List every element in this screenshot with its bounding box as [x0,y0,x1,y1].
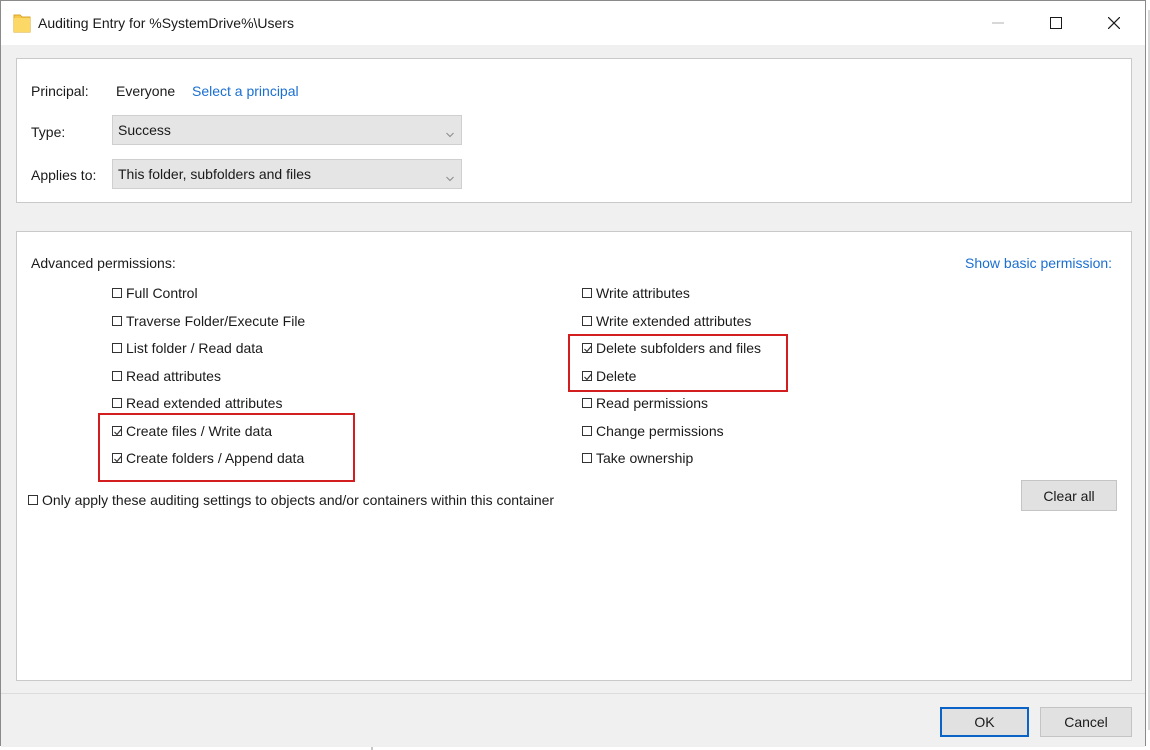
perm-write-extended-attributes[interactable]: Write extended attributes [582,312,751,330]
only-apply-option[interactable]: Only apply these auditing settings to ob… [28,491,554,509]
checkbox[interactable] [582,453,592,463]
auditing-entry-dialog: Auditing Entry for %SystemDrive%\Users P… [0,0,1146,747]
highlight-delete-permissions [568,334,788,392]
close-button[interactable] [1085,1,1143,45]
checkbox[interactable] [582,316,592,326]
show-basic-permissions-link[interactable]: Show basic permission: [965,255,1112,271]
select-principal-link[interactable]: Select a principal [192,83,299,99]
chevron-down-icon [446,125,454,141]
window-title: Auditing Entry for %SystemDrive%\Users [38,15,294,31]
perm-read-extended-attributes[interactable]: Read extended attributes [112,394,282,412]
perm-read-attributes[interactable]: Read attributes [112,367,221,385]
checkbox[interactable] [582,398,592,408]
dialog-footer: OK Cancel [1,693,1145,747]
ok-button[interactable]: OK [940,707,1029,737]
checkbox[interactable] [112,288,122,298]
perm-list-folder[interactable]: List folder / Read data [112,339,263,357]
minimize-icon [992,22,1004,24]
type-select-value: Success [118,122,171,138]
perm-read-permissions[interactable]: Read permissions [582,394,708,412]
maximize-icon [1050,17,1062,29]
clear-all-button[interactable]: Clear all [1021,480,1117,511]
perm-full-control[interactable]: Full Control [112,284,198,302]
checkbox[interactable] [28,495,38,505]
applies-to-select[interactable]: This folder, subfolders and files [112,159,462,189]
advanced-permissions-heading: Advanced permissions: [31,255,176,271]
applies-to-select-value: This folder, subfolders and files [118,166,311,182]
title-bar[interactable]: Auditing Entry for %SystemDrive%\Users [1,1,1145,45]
maximize-button[interactable] [1027,1,1085,45]
type-label: Type: [31,124,66,140]
advanced-permissions-panel: Advanced permissions: Show basic permiss… [16,231,1132,681]
checkbox[interactable] [112,343,122,353]
perm-change-permissions[interactable]: Change permissions [582,422,724,440]
checkbox[interactable] [582,426,592,436]
chevron-down-icon [446,169,454,185]
perm-write-attributes[interactable]: Write attributes [582,284,690,302]
applies-to-label: Applies to: [31,167,97,183]
checkbox[interactable] [112,371,122,381]
checkbox[interactable] [112,398,122,408]
minimize-button[interactable] [969,1,1027,45]
principal-label: Principal: [31,83,89,99]
close-icon [1108,17,1120,29]
cancel-button[interactable]: Cancel [1040,707,1132,737]
principal-value: Everyone [116,83,176,99]
type-select[interactable]: Success [112,115,462,145]
checkbox[interactable] [582,288,592,298]
folder-icon [13,13,31,36]
perm-take-ownership[interactable]: Take ownership [582,449,693,467]
checkbox[interactable] [112,316,122,326]
principal-panel: Principal: Everyone Select a principal T… [16,58,1132,203]
highlight-create-permissions [98,413,355,482]
perm-traverse-folder[interactable]: Traverse Folder/Execute File [112,312,305,330]
